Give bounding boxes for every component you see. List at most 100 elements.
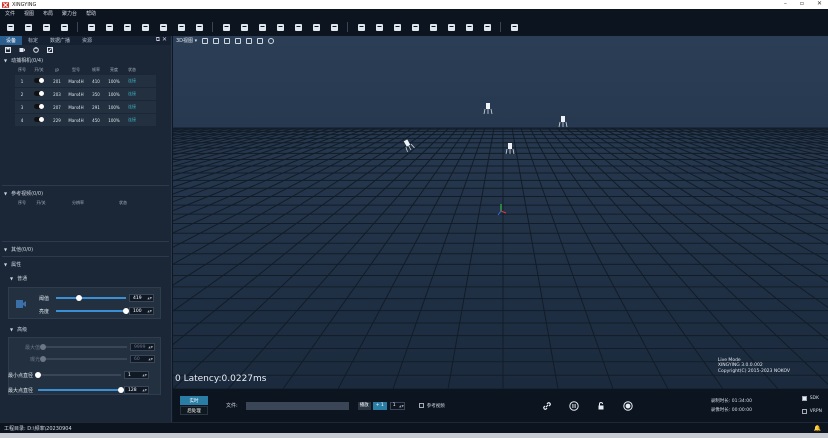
layout4-icon[interactable] — [293, 23, 303, 32]
pause-icon[interactable] — [569, 400, 579, 411]
general-subsection-header[interactable]: ▼ 普通 — [0, 273, 171, 283]
layout6-icon[interactable] — [329, 23, 339, 32]
menu-console[interactable]: 聚力台 — [62, 10, 77, 17]
save-icon[interactable] — [23, 23, 33, 32]
threshold-spinbox[interactable]: 419 ▲▼ — [129, 294, 154, 302]
cloud-icon[interactable] — [410, 23, 420, 32]
spin-arrows-icon[interactable]: ▲▼ — [142, 373, 147, 377]
view-reset-icon[interactable] — [268, 37, 275, 44]
speed-spinbox[interactable]: 1 ▲▼ — [389, 401, 405, 410]
threshold-knob[interactable] — [76, 295, 83, 301]
layout3-icon[interactable] — [275, 23, 285, 32]
reference-video-checkbox[interactable]: 参考视频 — [418, 403, 445, 409]
max-diameter-spinbox[interactable]: 128 ▲▼ — [124, 386, 149, 394]
camera-icon[interactable] — [122, 23, 132, 32]
close-button[interactable]: ✕ — [817, 0, 822, 7]
brightness-spinbox[interactable]: 100 ▲▼ — [129, 307, 154, 315]
brightness-slider[interactable] — [56, 308, 129, 314]
sdk-check[interactable] — [801, 396, 807, 401]
wave-icon[interactable] — [86, 23, 96, 32]
exposure-slider[interactable] — [40, 356, 127, 362]
camera-power-toggle[interactable] — [34, 117, 44, 122]
list-icon[interactable] — [509, 23, 519, 32]
open-file-icon[interactable] — [5, 23, 15, 32]
max-diameter-knob[interactable] — [118, 387, 124, 393]
spin-arrows-icon[interactable]: ▲▼ — [142, 388, 147, 392]
skeleton-icon[interactable] — [428, 23, 438, 32]
max-gain-slider[interactable] — [40, 344, 127, 350]
table-row[interactable]: 3 207 Mars4H 291 100% 连接 — [15, 101, 156, 113]
min-diameter-knob[interactable] — [35, 372, 41, 378]
tab-calibration[interactable]: 标定 — [22, 36, 44, 45]
settings-gear-icon[interactable] — [194, 23, 204, 32]
view-mode-select[interactable]: 3D视图 ▾ — [176, 37, 197, 44]
save-as-icon[interactable] — [41, 23, 51, 32]
device-link-icon[interactable] — [47, 47, 53, 53]
file-path-input[interactable] — [245, 401, 349, 410]
tab-assets[interactable]: 资源 — [76, 36, 98, 45]
table-row[interactable]: 4 229 Mars4H 450 100% 连接 — [15, 114, 156, 126]
spin-arrows-icon[interactable]: ▲▼ — [148, 345, 153, 349]
sdk-checkbox[interactable]: SDK — [801, 392, 822, 405]
ruler-icon[interactable] — [140, 23, 150, 32]
camera-power-toggle[interactable] — [34, 104, 44, 109]
menu-layout[interactable]: 布局 — [43, 10, 53, 17]
view-side-icon[interactable] — [224, 37, 231, 44]
view-ortho-icon[interactable] — [246, 37, 253, 44]
view-top-icon[interactable] — [213, 37, 220, 44]
layout2-icon[interactable] — [257, 23, 267, 32]
minimize-button[interactable]: – — [784, 0, 787, 7]
3d-viewport[interactable]: 3D视图 ▾ 0 Latency:0.0227ms Live Mode XING… — [173, 36, 828, 389]
menu-file[interactable]: 文件 — [5, 10, 15, 17]
tab-devices[interactable]: 设备 — [0, 36, 23, 45]
device-save-icon[interactable] — [5, 47, 11, 53]
target-icon[interactable] — [392, 23, 402, 32]
tab-broadcast[interactable]: 数据广播 — [44, 36, 76, 45]
spin-arrows-icon[interactable]: ▲▼ — [148, 357, 153, 361]
panel-float-close-icon[interactable]: ⧉ ✕ — [156, 36, 171, 45]
table-row[interactable]: 2 203 Mars4H 350 100% 连接 — [15, 88, 156, 100]
brightness-knob[interactable] — [123, 308, 129, 314]
spin-arrows-icon[interactable]: ▲▼ — [147, 309, 152, 313]
min-diameter-slider[interactable] — [35, 372, 121, 378]
record-icon[interactable] — [374, 23, 384, 32]
layers-icon[interactable] — [158, 23, 168, 32]
calibrate-icon[interactable] — [104, 23, 114, 32]
notification-bell-icon[interactable]: 🔔 — [814, 425, 821, 432]
device-record-icon[interactable] — [19, 47, 25, 53]
camera-power-toggle[interactable] — [34, 91, 44, 96]
grid-icon[interactable] — [176, 23, 186, 32]
spin-arrows-icon[interactable]: ▲▼ — [147, 296, 152, 300]
view-perspective-icon[interactable] — [235, 37, 242, 44]
threshold-slider[interactable] — [56, 295, 126, 301]
advanced-subsection-header[interactable]: ▼ 高级 — [0, 324, 171, 334]
min-diameter-spinbox[interactable]: 1 ▲▼ — [124, 371, 149, 379]
exposure-knob[interactable] — [40, 356, 46, 362]
speed-step-button[interactable]: + 1 — [372, 401, 387, 410]
max-gain-spinbox[interactable]: 9999 ▲▼ — [130, 343, 155, 351]
device-refresh-icon[interactable] — [33, 47, 39, 53]
menu-view[interactable]: 视图 — [24, 10, 34, 17]
table-row[interactable]: 1 201 Mars4H 410 100% 连接 — [15, 75, 156, 87]
others-section-header[interactable]: ▼ 其他(0/0) — [0, 244, 171, 254]
export-icon[interactable] — [59, 23, 69, 32]
reference-video-check[interactable] — [418, 403, 424, 408]
spin-arrows-icon[interactable]: ▲▼ — [399, 404, 404, 408]
view-front-icon[interactable] — [202, 37, 209, 44]
max-gain-knob[interactable] — [40, 344, 46, 350]
vrpn-check[interactable] — [801, 409, 807, 414]
maximize-button[interactable]: ▫ — [800, 0, 804, 7]
menu-help[interactable]: 帮助 — [86, 10, 96, 17]
unlock-icon[interactable] — [596, 401, 606, 411]
cameras-section-header[interactable]: ▼ 动捕相机(0/4) — [0, 55, 171, 65]
reference-section-header[interactable]: ▼ 参考视频(0/0) — [0, 188, 171, 198]
vrpn-checkbox[interactable]: VRPN — [801, 405, 822, 418]
chart-icon[interactable] — [446, 23, 456, 32]
pin-icon[interactable] — [464, 23, 474, 32]
exposure-spinbox[interactable]: 60 ▲▼ — [130, 355, 155, 363]
monitor-icon[interactable] — [221, 23, 231, 32]
link-icon[interactable] — [542, 401, 552, 411]
post-process-button[interactable]: 后处理 — [180, 406, 208, 415]
layout1-icon[interactable] — [239, 23, 249, 32]
record-button-icon[interactable] — [623, 400, 633, 411]
